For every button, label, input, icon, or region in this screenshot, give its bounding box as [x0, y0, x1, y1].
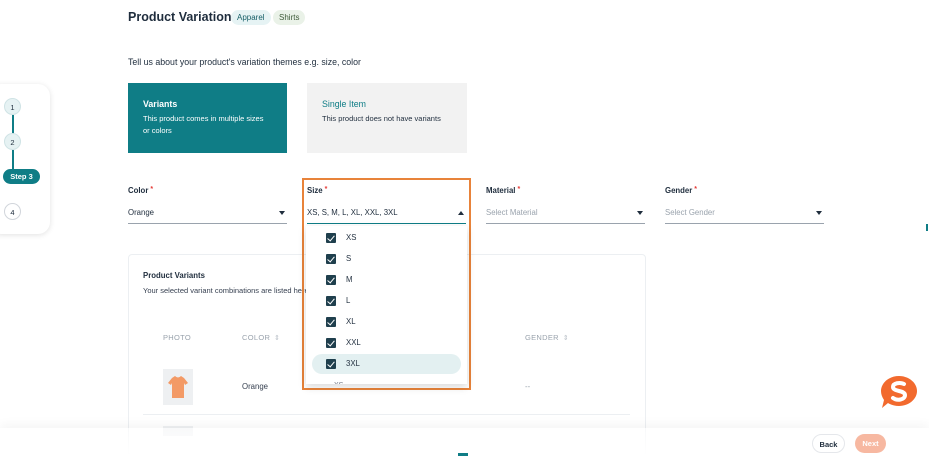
chat-support-icon[interactable] [880, 375, 918, 409]
step-1[interactable]: 1 [4, 98, 21, 115]
checkbox-checked-icon[interactable] [326, 254, 336, 264]
size-option-xxl[interactable]: XXL [312, 333, 461, 353]
checkbox-checked-icon[interactable] [326, 317, 336, 327]
stepper-connector [12, 150, 14, 170]
tshirt-icon [168, 376, 188, 398]
column-header-gender-text: GENDER [525, 333, 559, 342]
material-select-placeholder: Select Material [486, 208, 538, 217]
category-tag-apparel: Apparel [231, 10, 271, 25]
chevron-down-icon [816, 211, 822, 215]
product-variants-description: Your selected variant combinations are l… [143, 286, 309, 295]
size-option-label: M [346, 275, 353, 284]
color-select[interactable]: Orange [128, 204, 287, 224]
checkbox-checked-icon[interactable] [326, 338, 336, 348]
column-header-photo-text: PHOTO [163, 333, 192, 342]
size-option-label: XXL [346, 338, 361, 347]
edge-indicator [926, 224, 928, 231]
checkbox-checked-icon[interactable] [326, 275, 336, 285]
page-title: Product Variations [128, 10, 239, 24]
chevron-down-icon [637, 211, 643, 215]
back-button[interactable]: Back [812, 434, 845, 453]
size-option-xl[interactable]: XL [312, 312, 461, 332]
gender-field-label: Gender * [665, 186, 697, 195]
variants-option-card[interactable]: Variants This product comes in multiple … [128, 83, 287, 153]
row-divider [143, 414, 630, 415]
variants-option-title: Variants [143, 99, 178, 109]
single-item-option-description: This product does not have variants [322, 114, 441, 123]
column-header-photo: PHOTO [163, 333, 191, 342]
single-item-option-card[interactable]: Single Item This product does not have v… [307, 83, 467, 153]
size-option-m[interactable]: M [312, 270, 461, 290]
material-label-text: Material [486, 186, 516, 195]
size-option-label: L [346, 296, 351, 305]
size-option-label: XS [346, 233, 357, 242]
color-field-label: Color * [128, 186, 153, 195]
material-select[interactable]: Select Material [486, 204, 645, 224]
size-option-s[interactable]: S [312, 249, 461, 269]
step-3-active: Step 3 [3, 169, 40, 184]
column-header-gender[interactable]: GENDER ⇕ [525, 333, 569, 342]
required-mark: * [517, 186, 521, 193]
product-variants-title: Product Variants [143, 271, 205, 280]
material-field-label: Material * [486, 186, 520, 195]
step-2[interactable]: 2 [4, 133, 21, 150]
size-option-partial: XS [334, 382, 343, 384]
variants-option-description: This product comes in multiple sizes or … [143, 114, 264, 135]
category-tag-shirts: Shirts [273, 10, 306, 25]
sort-icon: ⇕ [562, 335, 570, 342]
color-select-value: Orange [128, 208, 155, 217]
chevron-down-icon [279, 211, 285, 215]
size-dropdown-list[interactable]: XS S M L XL XXL 3XL XS [306, 226, 467, 384]
size-option-3xl[interactable]: 3XL [312, 354, 461, 374]
sort-icon: ⇕ [274, 335, 281, 342]
size-option-label: S [346, 254, 352, 263]
row-gender-cell: -- [525, 382, 531, 391]
page-subtitle: Tell us about your product's variation t… [128, 57, 361, 67]
footer-bar [0, 428, 929, 456]
column-header-color[interactable]: COLOR ⇕ [242, 333, 280, 342]
gender-select-placeholder: Select Gender [665, 208, 715, 217]
row-color-cell: Orange [242, 382, 269, 391]
column-header-color-text: COLOR [242, 333, 271, 342]
stepper-connector [12, 115, 14, 135]
size-option-xs[interactable]: XS [312, 228, 461, 248]
next-button[interactable]: Next [855, 434, 886, 453]
checkbox-checked-icon[interactable] [326, 296, 336, 306]
size-option-label: XL [346, 317, 356, 326]
required-mark: * [694, 186, 698, 193]
required-mark: * [150, 186, 154, 193]
size-option-label: 3XL [346, 359, 360, 368]
checkbox-checked-icon[interactable] [326, 359, 336, 369]
single-item-option-title: Single Item [322, 99, 367, 109]
product-photo-thumbnail[interactable] [163, 369, 193, 405]
checkbox-checked-icon[interactable] [326, 233, 336, 243]
gender-label-text: Gender [665, 186, 693, 195]
step-4[interactable]: 4 [4, 203, 21, 220]
color-label-text: Color [128, 186, 149, 195]
size-option-l[interactable]: L [312, 291, 461, 311]
gender-select[interactable]: Select Gender [665, 204, 824, 224]
